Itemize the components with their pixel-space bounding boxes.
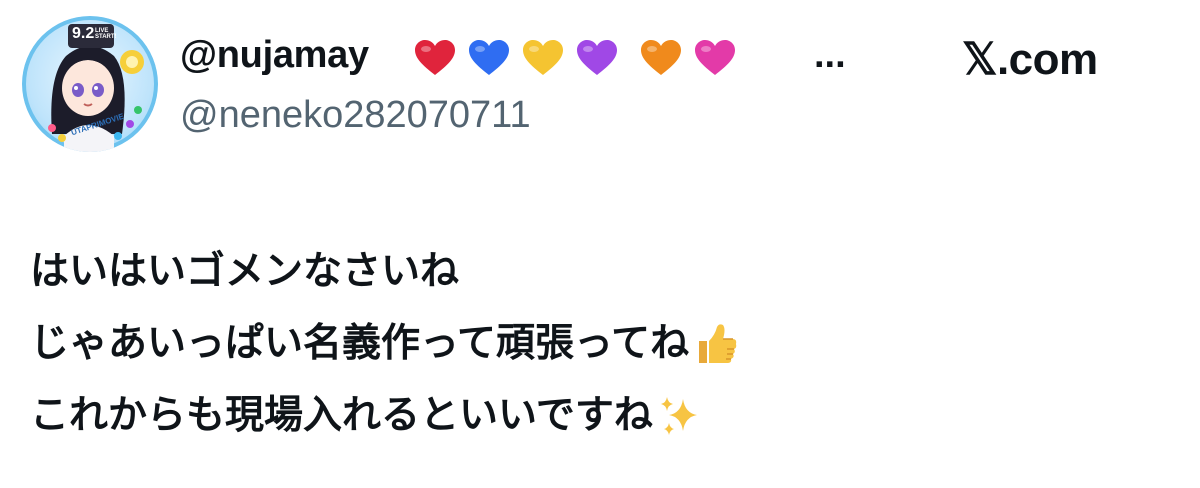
display-name[interactable]: @nujamay xyxy=(180,34,369,77)
x-com-logo[interactable]: 𝕏.com xyxy=(962,34,1098,85)
orange-heart-icon xyxy=(641,40,681,75)
tweet-line-text: じゃあいっぱい名義作って頑張ってね xyxy=(30,321,690,366)
thumbs-up-icon xyxy=(699,324,737,363)
display-name-truncation: ... xyxy=(814,34,846,76)
avatar[interactable]: 9.2 LIVE START! UTAPRIMOVIE xyxy=(22,16,158,152)
blue-heart-icon xyxy=(469,40,509,75)
display-name-emojis xyxy=(414,39,748,77)
purple-heart-icon xyxy=(577,40,617,75)
red-heart-icon xyxy=(415,40,455,75)
tweet-line-1: はいはいゴメンなさいね xyxy=(30,236,739,308)
tweet-text: はいはいゴメンなさいね じゃあいっぱい名義作って頑張ってね これからも現場入れる… xyxy=(30,236,739,452)
tweet-line-3: これからも現場入れるといいですね xyxy=(30,380,739,452)
sparkles-icon xyxy=(660,397,697,435)
avatar-badge-subtext: LIVE START! xyxy=(95,28,117,40)
yellow-heart-icon xyxy=(523,40,563,75)
pink-heart-icon xyxy=(695,40,735,75)
tweet-line-text: これからも現場入れるといいですね xyxy=(30,393,653,438)
username[interactable]: @neneko282070711 xyxy=(180,94,531,137)
tweet-line-text: はいはいゴメンなさいね xyxy=(30,249,460,294)
avatar-badge-text: 9.2 xyxy=(72,25,95,42)
tweet-line-2: じゃあいっぱい名義作って頑張ってね xyxy=(30,308,739,380)
